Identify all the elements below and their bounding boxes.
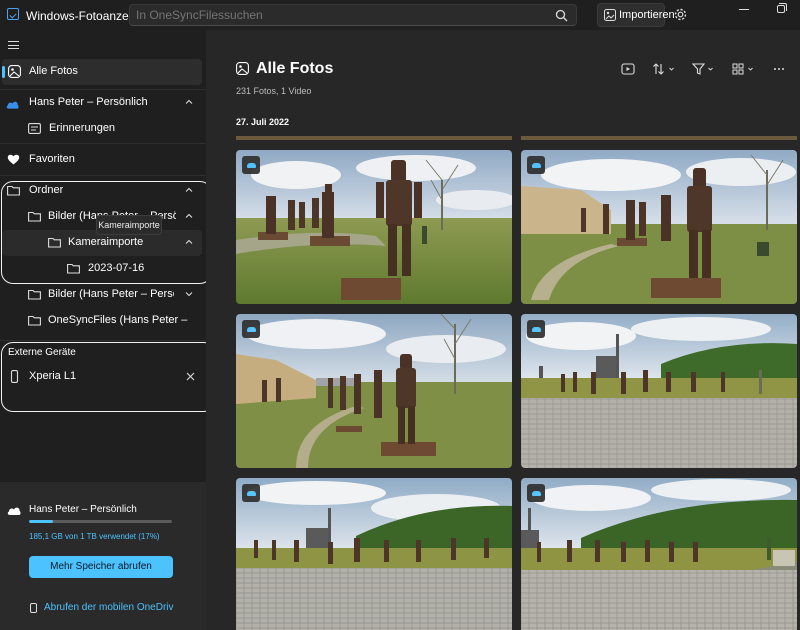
main-content: Alle Fotos 231 Fotos, 1 Video 27. Juli 2…: [206, 30, 800, 630]
page-title: Alle Fotos: [256, 60, 334, 77]
sidebar-item-label: OneSyncFiles (Hans Peter – Persönlich): [48, 314, 190, 326]
photo-thumbnail[interactable]: [521, 314, 797, 468]
page-subtitle: 231 Fotos, 1 Video: [236, 86, 312, 96]
slideshow-icon: [621, 63, 635, 75]
sidebar-item-label: Favoriten: [29, 153, 75, 165]
sidebar-item-label: Erinnerungen: [49, 122, 116, 134]
sidebar-item-onedrive-account[interactable]: Hans Peter – Persönlich: [0, 90, 206, 116]
onedrive-badge-icon: [242, 156, 260, 174]
onedrive-cloud-icon: [6, 101, 19, 109]
sidebar-item-pictures-2[interactable]: Bilder (Hans Peter – Persönlich): [0, 282, 206, 308]
folder-icon: [28, 289, 41, 300]
photo-thumbnail[interactable]: [236, 150, 512, 304]
photos-app-icon: [7, 8, 19, 20]
onedrive-badge-icon: [242, 484, 260, 502]
photo-thumbnail[interactable]: [236, 478, 512, 630]
highlight-frame-external-devices: [1, 342, 216, 412]
divider: [0, 175, 206, 176]
import-label: Importieren: [619, 9, 675, 21]
chevron-up-icon[interactable]: [184, 97, 194, 107]
memories-icon: [28, 123, 41, 134]
onedrive-badge-icon: [242, 320, 260, 338]
slideshow-button[interactable]: [621, 62, 635, 76]
minimize-icon[interactable]: [739, 9, 749, 10]
grid-view-icon: [732, 63, 753, 75]
more-options-button[interactable]: [772, 62, 786, 76]
title-bar: Windows-Fotoanzeige Importieren: [0, 0, 800, 30]
app-title: Windows-Fotoanzeige: [26, 9, 145, 23]
divider: [0, 340, 206, 341]
onedrive-badge-icon: [527, 156, 545, 174]
import-icon: [604, 9, 616, 21]
cloud-icon: [7, 507, 21, 515]
sidebar-item-memories[interactable]: Erinnerungen: [0, 116, 206, 142]
folder-icon: [28, 315, 41, 326]
get-mobile-app-link[interactable]: Abrufen der mobilen OneDrive-App: [44, 602, 174, 613]
tooltip: Kameraimporte: [96, 215, 162, 235]
search-input[interactable]: [136, 7, 536, 23]
gear-icon[interactable]: [673, 7, 688, 22]
photo-thumbnail[interactable]: [521, 150, 797, 304]
sort-button[interactable]: [652, 62, 676, 76]
chevron-down-icon[interactable]: [184, 289, 194, 299]
heart-icon: [7, 154, 20, 165]
storage-usage-text: 185,1 GB von 1 TB verwendet (17%): [29, 532, 160, 541]
sidebar-item-label: Hans Peter – Persönlich: [29, 96, 148, 108]
sidebar-item-all-photos[interactable]: Alle Fotos: [2, 59, 202, 85]
photo-row-edge: [236, 136, 512, 140]
photos-icon: [236, 62, 249, 75]
sort-icon: [653, 63, 674, 75]
photo-thumbnail[interactable]: [521, 478, 797, 630]
storage-account-title: Hans Peter – Persönlich: [29, 504, 137, 515]
sidebar-item-favorites[interactable]: Favoriten: [0, 147, 206, 173]
divider: [0, 143, 206, 144]
photo-thumbnail[interactable]: [236, 314, 512, 468]
onedrive-badge-icon: [527, 320, 545, 338]
sidebar-item-label: Bilder (Hans Peter – Persönlich): [48, 288, 174, 300]
date-group-header: 27. Juli 2022: [236, 117, 290, 127]
sidebar-item-label: Alle Fotos: [29, 65, 78, 77]
get-more-storage-button[interactable]: Mehr Speicher abrufen: [29, 556, 173, 578]
storage-usage-bar: [29, 520, 172, 523]
more-icon: [774, 68, 784, 70]
sidebar-item-onesyncfiles[interactable]: OneSyncFiles (Hans Peter – Persönlich): [0, 308, 206, 334]
hamburger-menu-icon[interactable]: [8, 41, 19, 49]
sidebar: Alle Fotos Hans Peter – Persönlich Erinn…: [0, 30, 216, 630]
search-icon[interactable]: [555, 9, 568, 22]
filter-icon: [692, 63, 713, 75]
photo-row-edge: [521, 136, 797, 140]
filter-button[interactable]: [692, 62, 716, 76]
restore-icon[interactable]: [777, 3, 787, 13]
storage-panel: Hans Peter – Persönlich 185,1 GB von 1 T…: [0, 482, 206, 630]
mobile-phone-icon: [30, 603, 37, 613]
storage-usage-fill: [29, 520, 54, 523]
photos-icon: [8, 65, 21, 78]
onedrive-badge-icon: [527, 484, 545, 502]
search-box[interactable]: [129, 4, 577, 26]
view-options-button[interactable]: [732, 62, 756, 76]
import-button[interactable]: Importieren: [597, 3, 675, 27]
